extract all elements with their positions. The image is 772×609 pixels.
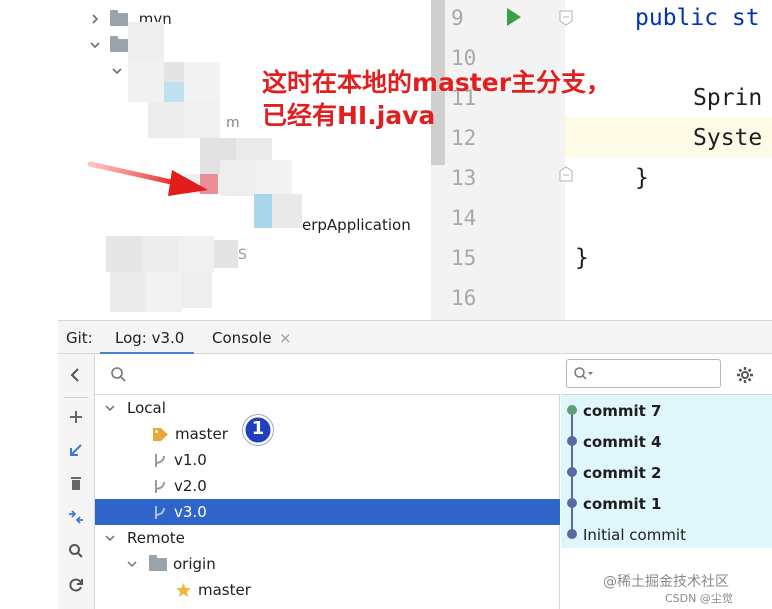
search-icon [111, 367, 126, 382]
chevron-down-icon[interactable] [88, 38, 102, 52]
tree-item-label: m [226, 115, 240, 131]
commit-row[interactable]: commit 4 [561, 426, 772, 457]
tree-item-label: erpApplication [302, 216, 411, 234]
remote-origin[interactable]: origin [125, 551, 216, 577]
tag-icon [153, 427, 168, 441]
commit-row[interactable]: commit 7 [561, 395, 772, 426]
code-text: } [575, 245, 589, 271]
folder-icon [110, 9, 128, 26]
commit-message: commit 2 [583, 463, 662, 482]
code-line[interactable]: } [575, 240, 589, 280]
code-line[interactable]: Syste [693, 120, 762, 160]
tree-item-label: S [238, 247, 247, 263]
tab-log[interactable]: Log: v3.0 [115, 329, 184, 347]
code-text: Sprin [693, 85, 763, 111]
branch-item-master[interactable]: master [152, 421, 228, 447]
folder-icon [110, 35, 128, 52]
code-editor[interactable]: 9 10 11 12 13 14 15 16 public st Sprin S… [445, 0, 772, 320]
fold-marker-icon[interactable] [559, 10, 573, 26]
line-number: 14 [451, 206, 477, 230]
branch-icon [155, 453, 165, 467]
tree-item-application[interactable]: erpApplication [302, 213, 411, 237]
code-text: Syste [693, 125, 763, 151]
git-label: Git: [66, 329, 93, 347]
branch-icon [155, 479, 165, 493]
branch-group-label: Remote [127, 529, 185, 547]
branch-label: master [198, 581, 251, 599]
tree-item-partial[interactable]: m [226, 111, 240, 135]
branch-group-remote[interactable]: Remote [103, 525, 185, 551]
commit-row[interactable]: Initial commit [561, 519, 772, 550]
annotation-text: 这时在本地的master主分支， 已经有HI.java [262, 66, 612, 132]
annotation-line-1: 这时在本地的master主分支， [262, 68, 612, 98]
annotation-badge: 1 [242, 414, 274, 446]
checkout-arrow-icon[interactable] [63, 437, 89, 463]
tree-item-partial-2[interactable]: S [238, 243, 247, 267]
back-arrow-icon[interactable] [63, 362, 89, 388]
branch-label: v1.0 [174, 451, 207, 469]
badge-number: 1 [251, 418, 265, 439]
commit-row[interactable]: commit 2 [561, 457, 772, 488]
code-line[interactable]: public st [635, 0, 760, 40]
folder-icon [149, 554, 167, 571]
line-number: 9 [451, 6, 464, 30]
chevron-down-icon[interactable] [103, 401, 117, 415]
compare-arrows-icon[interactable] [63, 504, 89, 530]
branch-item-v2[interactable]: v2.0 [152, 473, 207, 499]
watermark-csdn: CSDN @尘觉 [665, 592, 733, 605]
commit-list: commit 7 commit 4 commit 2 commit 1 Init… [561, 395, 772, 548]
branch-label: master [175, 425, 228, 443]
chevron-down-icon[interactable] [125, 557, 139, 571]
commits-toolbar [561, 354, 772, 395]
gear-icon[interactable] [735, 365, 755, 385]
commit-message: commit 4 [583, 432, 662, 451]
branches-search[interactable] [95, 354, 560, 395]
fold-marker-icon[interactable] [559, 166, 573, 182]
chevron-down-icon[interactable] [103, 531, 117, 545]
commit-message: commit 7 [583, 401, 662, 420]
commits-pane: commit 7 commit 4 commit 2 commit 1 Init… [561, 354, 772, 609]
commit-message: Initial commit [583, 525, 686, 544]
commit-row[interactable]: commit 1 [561, 488, 772, 519]
line-number: 15 [451, 246, 477, 270]
tab-console[interactable]: Console [212, 329, 272, 347]
remote-branch-master[interactable]: master [175, 577, 251, 603]
trash-icon[interactable] [63, 470, 89, 496]
branch-label: v3.0 [174, 503, 207, 521]
branch-item-v1[interactable]: v1.0 [152, 447, 207, 473]
project-tree-pane: .mvn src m erpApplication S [0, 0, 445, 320]
tree-item-main[interactable] [110, 59, 124, 83]
commit-search-input[interactable] [566, 359, 721, 388]
git-tool-header: Git: Log: v3.0 Console × [58, 320, 772, 355]
plus-icon[interactable] [63, 404, 89, 430]
code-keyword: public st [635, 5, 760, 31]
code-line[interactable]: Sprin [693, 80, 762, 120]
branch-group-label: Local [127, 399, 166, 417]
branch-label: v2.0 [174, 477, 207, 495]
line-number: 16 [451, 286, 477, 310]
code-text: } [635, 165, 649, 191]
watermark-site: @稀土掘金技术社区 [603, 574, 729, 590]
line-number: 13 [451, 166, 477, 190]
star-icon [176, 583, 191, 597]
code-line[interactable]: } [635, 160, 649, 200]
run-gutter-icon[interactable] [507, 8, 521, 26]
annotation-arrow [88, 161, 208, 196]
branch-icon [155, 505, 165, 519]
branch-group-local[interactable]: Local [103, 395, 166, 421]
chevron-right-icon[interactable] [88, 12, 102, 26]
magnify-icon[interactable] [63, 538, 89, 564]
git-side-toolbar [58, 354, 95, 609]
commit-message: commit 1 [583, 494, 662, 513]
close-icon[interactable]: × [279, 329, 292, 347]
project-scrollbar-track[interactable] [431, 165, 445, 320]
branch-item-v3-selected[interactable]: v3.0 [95, 499, 560, 525]
branch-label: origin [173, 555, 216, 573]
annotation-line-2: 已经有HI.java [262, 101, 436, 131]
search-dropdown-icon [574, 367, 593, 380]
chevron-down-icon[interactable] [110, 64, 124, 78]
refresh-icon[interactable] [63, 572, 89, 598]
branches-pane: Local master v1.0 v2.0 v3.0 Remote origi… [95, 354, 560, 609]
